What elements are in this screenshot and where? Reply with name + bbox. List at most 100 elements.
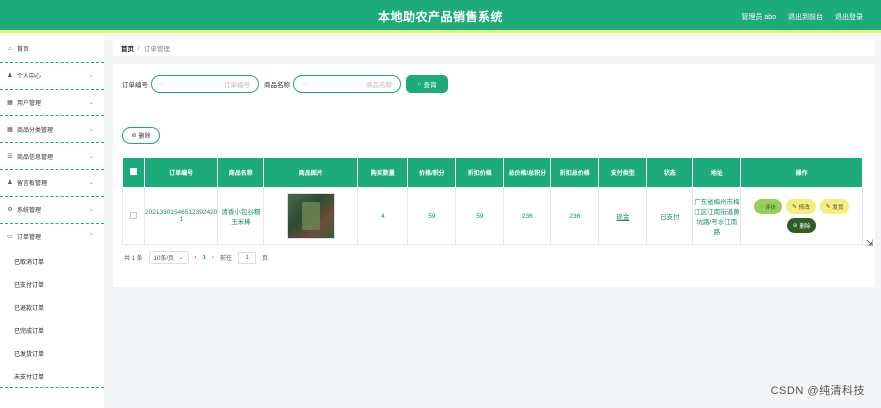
column-header: 订单编号 bbox=[143, 157, 219, 188]
column-header: 操作 bbox=[740, 157, 863, 188]
chevron-down-icon: ⌄ bbox=[88, 126, 94, 133]
top-header: 本地助农产品销售系统 管理员 abo 退出到前台 退出登录 bbox=[0, 0, 881, 33]
ship-label: 发货 bbox=[832, 204, 844, 211]
breadcrumb-home[interactable]: 首页 bbox=[121, 43, 134, 53]
row-select-cell[interactable] bbox=[122, 187, 145, 245]
home-icon: ⌂ bbox=[8, 45, 12, 52]
user-icon: ♟ bbox=[7, 73, 13, 80]
search-icon: ○ bbox=[302, 80, 306, 88]
current-user: 管理员 abo bbox=[741, 14, 776, 21]
column-header: 价格/积分 bbox=[407, 157, 457, 188]
sidebar-item-users[interactable]: ▦ 用户管理 ⌄ bbox=[0, 90, 104, 117]
sidebar-subitem-completed[interactable]: 已完成订单 bbox=[0, 319, 104, 342]
goto-page-input[interactable]: 1 bbox=[238, 251, 257, 264]
column-header: 折扣价格 bbox=[455, 157, 505, 188]
list-icon: ☰ bbox=[7, 153, 13, 160]
mouse-cursor-icon: ⇲ bbox=[866, 238, 874, 248]
order-table: 订单编号 商品名称 商品图片 购买数量 价格/积分 折扣价格 总价格/总积分 折… bbox=[122, 157, 863, 245]
monitor-icon: ▭ bbox=[7, 234, 13, 241]
order-no-input[interactable]: ○ 订单编号 bbox=[151, 75, 259, 93]
delete-button[interactable]: ⊘ 删除 bbox=[786, 218, 817, 233]
trash-icon: ⊘ bbox=[131, 133, 137, 139]
goto-label: 前往 bbox=[220, 256, 233, 262]
chevron-down-icon: ⌄ bbox=[88, 207, 94, 214]
sidebar-item-system[interactable]: ⚙ 系统管理 ⌄ bbox=[0, 197, 104, 224]
sidebar-item-messages[interactable]: ♟ 留言板管理 ⌄ bbox=[0, 170, 104, 197]
product-name-input[interactable]: ○ 商品名称 bbox=[293, 75, 401, 93]
column-header: 支付类型 bbox=[598, 157, 648, 188]
sidebar-item-orders[interactable]: ▭ 订单管理 ⌃ bbox=[0, 224, 104, 251]
watermark: CSDN @纯清科技 bbox=[770, 385, 865, 397]
main-content: 首页 / 订单管理 订单编号 ○ 订单编号 商品名称 ○ 商品名称 ○ 查询 ⊘… bbox=[113, 40, 875, 287]
search-icon: ○ bbox=[417, 80, 422, 88]
column-header: 总价格/总积分 bbox=[503, 157, 552, 188]
user-icon: ♟ bbox=[7, 180, 13, 187]
order-no-label: 订单编号 bbox=[122, 82, 148, 89]
breadcrumb: 首页 / 订单管理 bbox=[113, 40, 875, 56]
goto-unit: 页 bbox=[262, 256, 269, 262]
column-header: 购买数量 bbox=[357, 157, 409, 188]
sidebar-item-products[interactable]: ☰ 商品信息管理 ⌄ bbox=[0, 143, 104, 170]
next-page-icon[interactable]: › bbox=[212, 255, 214, 261]
logout-link[interactable]: 退出登录 bbox=[835, 12, 863, 22]
sidebar-subitem-refunded[interactable]: 已退款订单 bbox=[0, 296, 104, 319]
column-header: 地址 bbox=[692, 157, 742, 188]
chevron-down-icon: ⌄ bbox=[88, 73, 94, 80]
query-button-label: 查询 bbox=[423, 82, 437, 89]
sidebar-item-label: 商品信息管理 bbox=[17, 154, 54, 161]
row-checkbox[interactable] bbox=[130, 211, 137, 219]
address-cell: 广东省梅州市梅江区江南街道黄坑路/号水江南路 bbox=[692, 187, 742, 245]
table-row: 20213301546512392420 1 清香小包谷糯玉米棒 4 59 59… bbox=[122, 187, 863, 245]
search-bar: 订单编号 ○ 订单编号 商品名称 ○ 商品名称 ○ 查询 bbox=[122, 75, 448, 93]
select-all-cell[interactable] bbox=[122, 157, 145, 188]
quantity-cell: 4 bbox=[357, 187, 409, 245]
sidebar-subitem-unpaid[interactable]: 未支付订单 bbox=[0, 365, 104, 389]
back-to-front-link[interactable]: 退出到前台 bbox=[788, 12, 823, 22]
sidebar-subitem-shipped[interactable]: 已发货订单 bbox=[0, 342, 104, 365]
column-header: 商品图片 bbox=[263, 157, 359, 188]
order-panel: 订单编号 ○ 订单编号 商品名称 ○ 商品名称 ○ 查询 ⊘ 删除 订单编号 商… bbox=[113, 64, 875, 287]
column-header: 商品名称 bbox=[217, 157, 265, 188]
product-name-cell: 清香小包谷糯玉米棒 bbox=[217, 187, 265, 245]
page-number[interactable]: 1 bbox=[203, 255, 206, 261]
row-actions: ◌ 评价 ✎ 修改 ✎ 发货 ⊘ 删除 bbox=[744, 199, 860, 233]
sidebar-item-categories[interactable]: ▦ 商品分类管理 ⌄ bbox=[0, 116, 104, 144]
sidebar-item-label: 留言板管理 bbox=[17, 181, 48, 188]
chevron-up-icon: ⌃ bbox=[88, 234, 94, 241]
sidebar-item-label: 用户管理 bbox=[17, 100, 42, 107]
pay-type-cell: 现金 bbox=[598, 187, 648, 245]
page-size-value: 10条/页 bbox=[153, 256, 175, 262]
order-no-placeholder: 订单编号 bbox=[224, 82, 250, 89]
settings-icon: ⚙ bbox=[7, 207, 13, 214]
sidebar-item-home[interactable]: ⌂ 首页 bbox=[0, 36, 104, 63]
sidebar: ⌂ 首页 ♟ 个人中心 ⌄ ▦ 用户管理 ⌄ ▦ 商品分类管理 ⌄ ☰ 商品信息… bbox=[0, 36, 104, 408]
select-all-checkbox[interactable] bbox=[130, 168, 137, 175]
column-header: 状态 bbox=[646, 157, 694, 188]
product-image[interactable] bbox=[286, 193, 335, 239]
sidebar-item-profile[interactable]: ♟ 个人中心 ⌄ bbox=[0, 63, 104, 90]
sidebar-subitem-paid[interactable]: 已支付订单 bbox=[0, 273, 104, 296]
ship-button[interactable]: ✎ 发货 bbox=[819, 199, 850, 214]
chevron-down-icon: ⌄ bbox=[88, 153, 94, 160]
sidebar-subitem-cancelled[interactable]: 已取消订单 bbox=[0, 250, 104, 273]
trash-icon: ⊘ bbox=[792, 222, 798, 229]
product-name-placeholder: 商品名称 bbox=[366, 82, 392, 89]
total-cell: 236 bbox=[503, 187, 552, 245]
review-button[interactable]: ◌ 评价 bbox=[753, 199, 783, 214]
edit-button[interactable]: ✎ 修改 bbox=[786, 199, 816, 214]
pagination: 共 1 条 10条/页 ⌄ ‹ 1 › 前往 1 页 bbox=[124, 251, 268, 264]
page-size-select[interactable]: 10条/页 ⌄ bbox=[148, 251, 189, 264]
table-header-row: 订单编号 商品名称 商品图片 购买数量 价格/积分 折扣价格 总价格/总积分 折… bbox=[122, 157, 863, 188]
batch-delete-label: 删除 bbox=[138, 134, 151, 140]
batch-delete-button[interactable]: ⊘ 删除 bbox=[122, 127, 160, 144]
query-button[interactable]: ○ 查询 bbox=[406, 75, 448, 93]
chevron-down-icon: ⌄ bbox=[178, 255, 184, 261]
header-actions: 管理员 abo 退出到前台 退出登录 bbox=[741, 12, 863, 22]
discount-price-cell: 59 bbox=[455, 187, 505, 245]
users-icon: ▦ bbox=[7, 99, 13, 106]
total-count: 共 1 条 bbox=[124, 256, 143, 262]
breadcrumb-current: 订单管理 bbox=[143, 46, 170, 53]
edit-icon: ✎ bbox=[792, 203, 797, 210]
sidebar-item-label: 个人中心 bbox=[17, 74, 42, 81]
prev-page-icon[interactable]: ‹ bbox=[195, 255, 197, 261]
